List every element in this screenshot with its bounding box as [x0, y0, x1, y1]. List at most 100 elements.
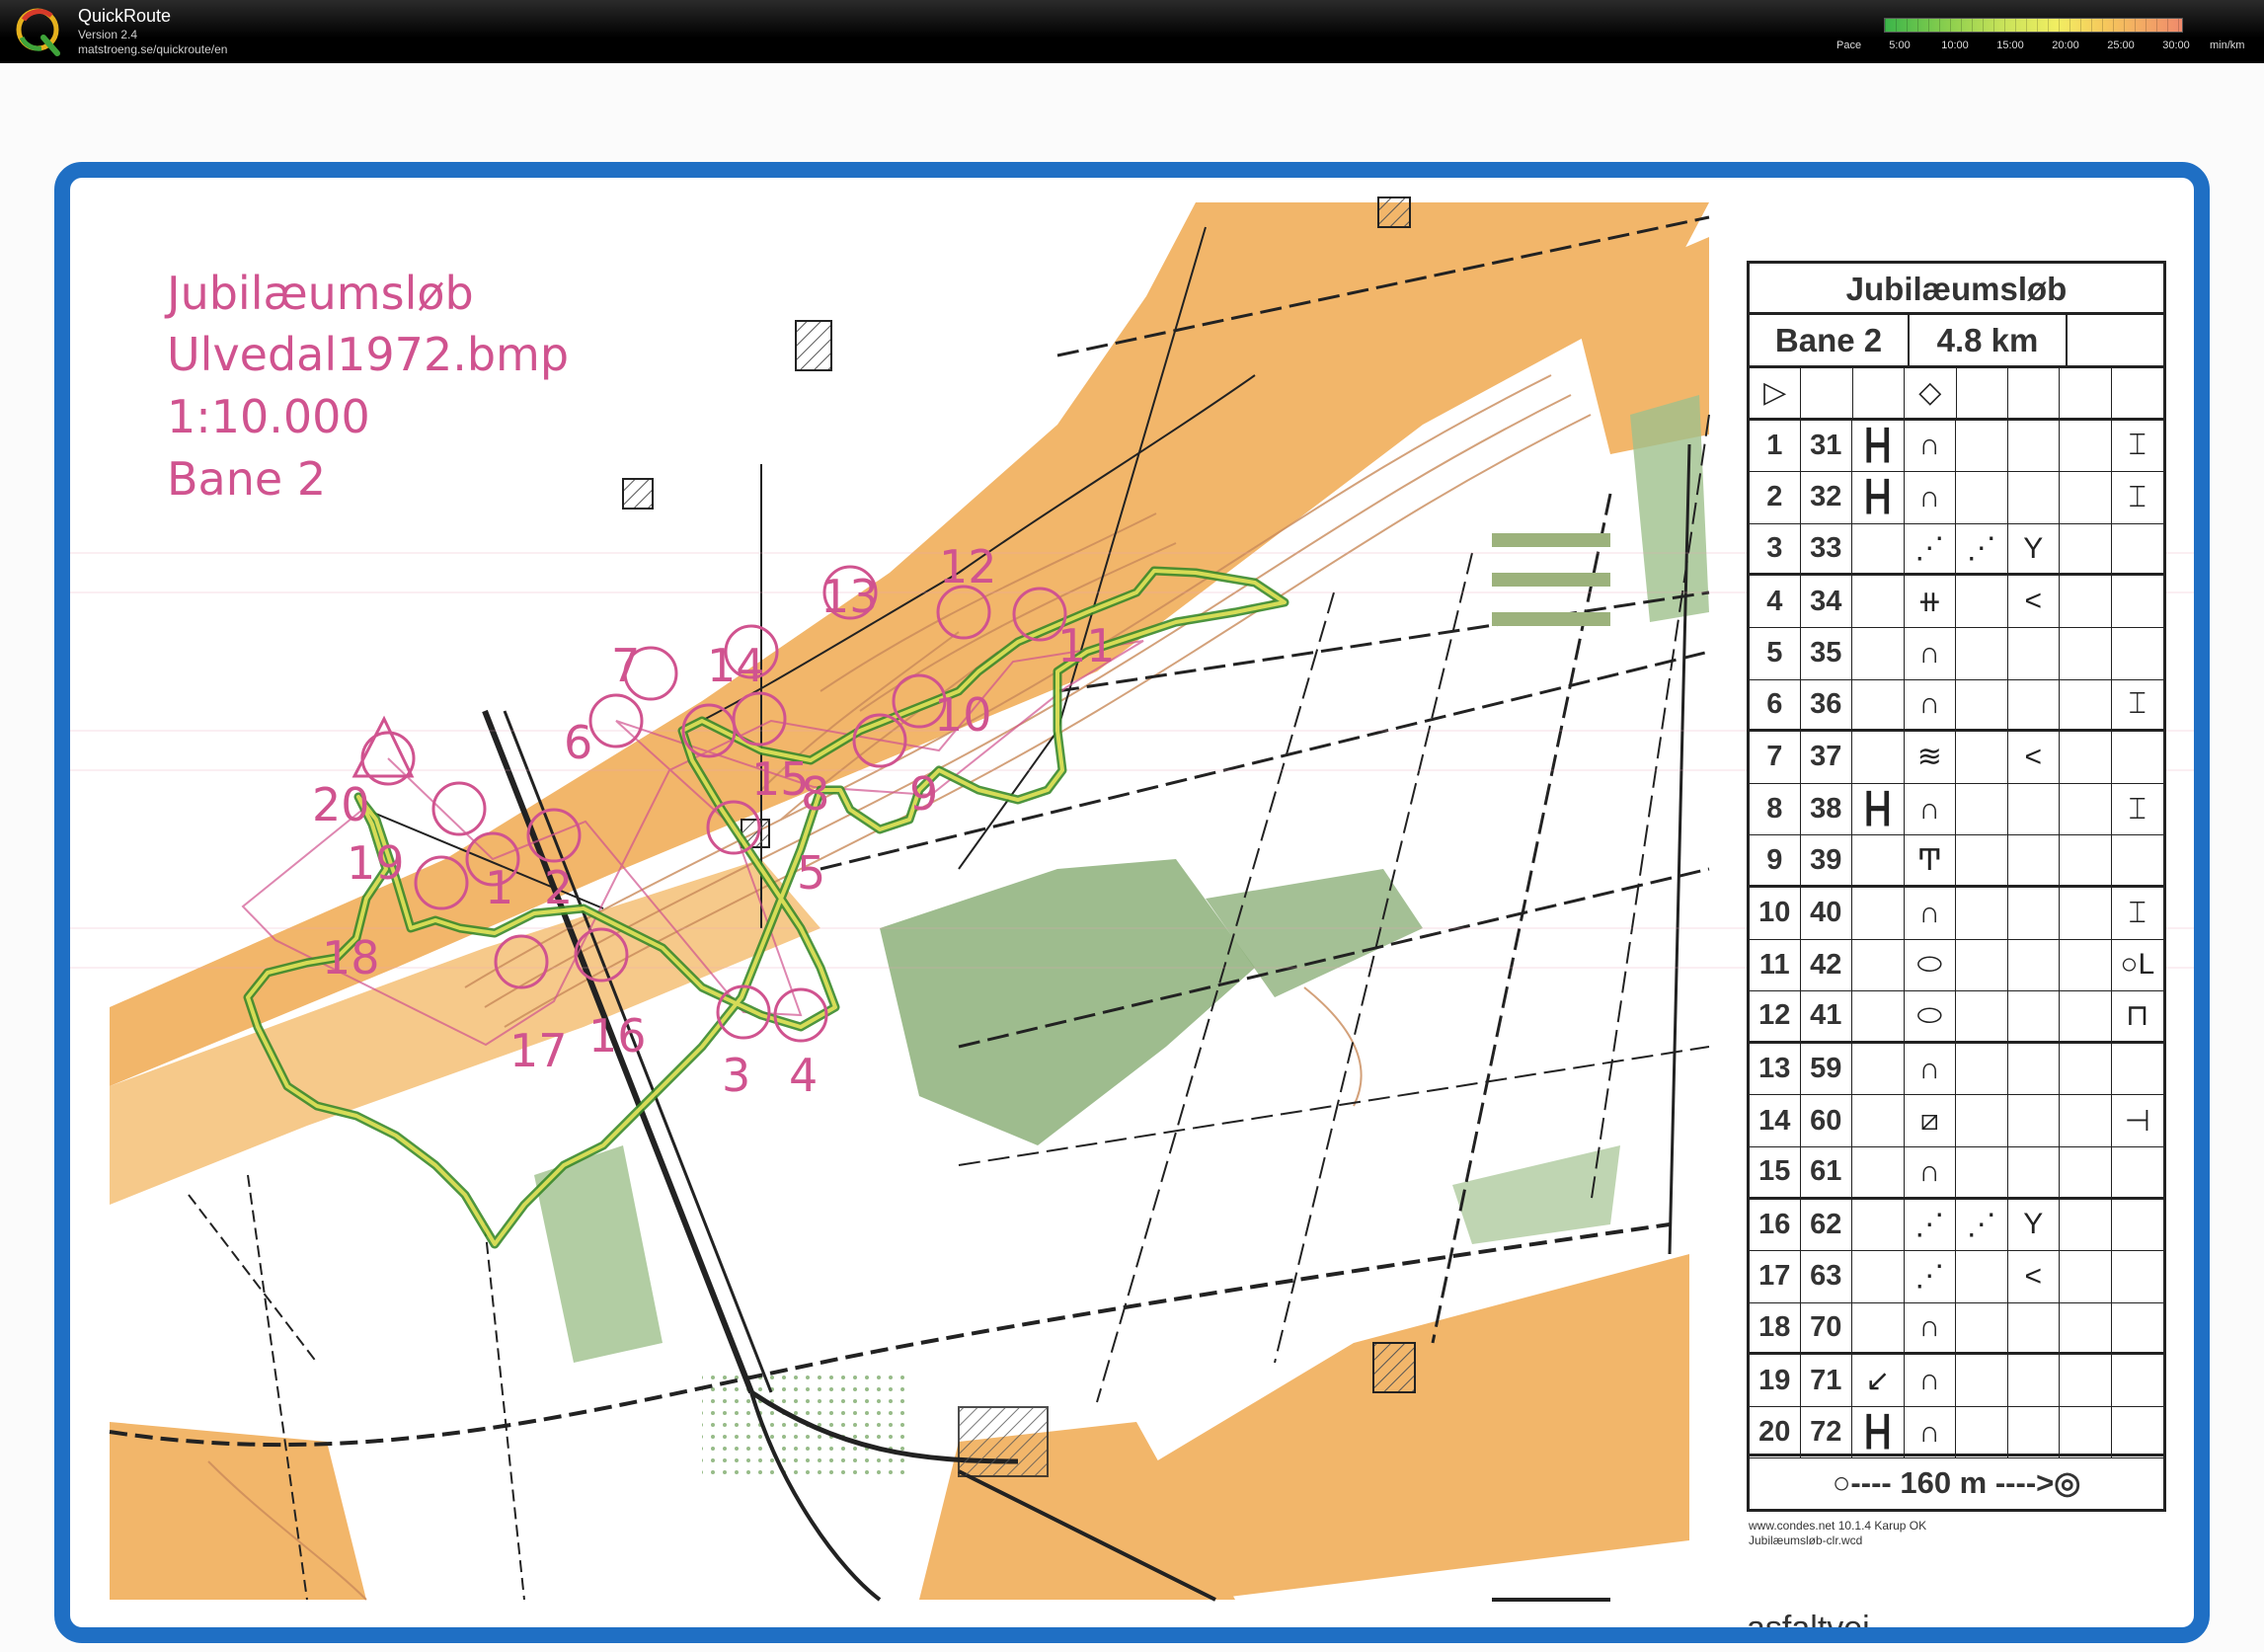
cd-finish-row: ○---- 160 m ---->◎ — [1750, 1454, 2163, 1509]
cd-appearance-icon — [1956, 783, 2008, 835]
cd-dimension-cell — [2060, 835, 2112, 885]
cd-row: 12 41 ⬭ ⊓ — [1750, 991, 2163, 1044]
cd-row: 19 71 ↙ ∩ — [1750, 1355, 2163, 1407]
cd-feature-icon: ∩ — [1905, 472, 1957, 523]
cd-dimension-cell — [2060, 1043, 2112, 1095]
cd-feature-icon: ⋰ — [1905, 523, 1957, 574]
cd-row: 20 72 ┣┫ ∩ — [1750, 1406, 2163, 1459]
cd-control-code: 32 — [1801, 472, 1853, 523]
cd-dimension-cell — [2060, 1355, 2112, 1406]
cd-control-number: 4 — [1750, 576, 1801, 627]
cd-dimension-cell — [2060, 627, 2112, 679]
cd-which-feature-icon — [1852, 523, 1905, 574]
cd-control-code: 63 — [1801, 1251, 1853, 1302]
cd-which-feature-icon: ┣┫ — [1852, 783, 1905, 835]
cd-row: 5 35 ∩ — [1750, 627, 2163, 680]
map-legend-text: asfaltvej — [1747, 1610, 1870, 1643]
cd-appearance-icon — [1956, 1251, 2008, 1302]
quickroute-logo-icon — [16, 8, 60, 56]
start-feature-icon: ◇ — [1905, 368, 1957, 418]
cd-appearance-icon: ⋰ — [1956, 1199, 2008, 1251]
cd-row: 13 59 ∩ — [1750, 1043, 2163, 1096]
cd-control-number: 3 — [1750, 523, 1801, 574]
cd-control-number: 5 — [1750, 627, 1801, 679]
cd-detail-icon — [2008, 939, 2061, 991]
cd-detail-icon — [2008, 783, 2061, 835]
cd-appearance-icon — [1956, 1043, 2008, 1095]
cd-dimension-cell — [2060, 1146, 2112, 1197]
cd-row: 8 38 ┣┫ ∩ ⌶ — [1750, 783, 2163, 836]
cd-control-number: 17 — [1750, 1251, 1801, 1302]
cd-dimension-cell — [2060, 732, 2112, 783]
cd-location-icon: ⌶ — [2128, 429, 2147, 462]
cd-location-icon — [2112, 732, 2163, 783]
cd-dimension-cell — [2060, 679, 2112, 730]
cd-which-feature-icon — [1852, 1095, 1905, 1146]
cd-which-feature-icon — [1852, 1302, 1905, 1353]
control-number: 11 — [1057, 619, 1116, 672]
cd-appearance-icon — [1956, 939, 2008, 991]
cd-control-number: 10 — [1750, 887, 1801, 939]
cd-location-icon — [2112, 835, 2163, 885]
control-number: 18 — [322, 931, 380, 984]
cd-row: 3 33 ⋰ ⋰ Y — [1750, 523, 2163, 577]
cd-dimension-cell — [2060, 1199, 2112, 1251]
cd-appearance-icon — [1956, 1406, 2008, 1458]
pace-legend: Pace 5:00 10:00 15:00 20:00 25:00 30:00 … — [1835, 16, 2259, 59]
cd-row: 16 62 ⋰ ⋰ Y — [1750, 1199, 2163, 1252]
cd-feature-icon: ∩ — [1905, 1043, 1957, 1095]
control-number: 7 — [611, 639, 640, 692]
cd-control-number: 8 — [1750, 783, 1801, 835]
cd-location-icon — [2112, 576, 2163, 627]
control-number: 16 — [588, 1009, 647, 1062]
cd-dimension-cell — [2060, 887, 2112, 939]
cd-detail-icon — [2008, 420, 2061, 472]
cd-appearance-icon — [1956, 679, 2008, 730]
cd-which-feature-icon — [1852, 835, 1905, 885]
cd-row: 17 63 ⋰ < — [1750, 1251, 2163, 1303]
cd-control-code: 36 — [1801, 679, 1853, 730]
cd-control-code: 60 — [1801, 1095, 1853, 1146]
cd-location-icon: ⊓ — [2126, 999, 2149, 1033]
cd-detail-icon — [2008, 1302, 2061, 1353]
cd-row: 7 37 ≋ < — [1750, 732, 2163, 784]
cd-dimension-cell — [2060, 939, 2112, 991]
cd-row: 14 60 ⧄ ⊣ — [1750, 1095, 2163, 1147]
cd-which-feature-icon: ↙ — [1852, 1355, 1905, 1406]
pace-color-bar — [1884, 18, 2183, 33]
cd-control-number: 19 — [1750, 1355, 1801, 1406]
cd-detail-icon — [2008, 679, 2061, 730]
cd-which-feature-icon — [1852, 939, 1905, 991]
cd-dimension-cell — [2060, 420, 2112, 472]
cd-control-code: 33 — [1801, 523, 1853, 574]
cd-row: 9 39 Ͳ — [1750, 835, 2163, 888]
cd-detail-icon — [2008, 1043, 2061, 1095]
cd-row: 6 36 ∩ ⌶ — [1750, 679, 2163, 733]
cd-feature-icon: ⬭ — [1905, 991, 1957, 1041]
app-url[interactable]: matstroeng.se/quickroute/en — [78, 42, 227, 56]
cd-course-name: Bane 2 — [1750, 315, 1910, 365]
control-number: 4 — [789, 1049, 818, 1102]
forest-area — [1630, 395, 1709, 622]
cd-control-number: 12 — [1750, 991, 1801, 1041]
cd-detail-icon — [2008, 835, 2061, 885]
cd-location-icon — [2112, 1200, 2163, 1251]
control-number: 2 — [544, 861, 573, 914]
cd-appearance-icon — [1956, 472, 2008, 523]
cd-feature-icon: ∩ — [1905, 420, 1957, 472]
map-title-line: Ulvedal1972.bmp — [167, 328, 570, 381]
cd-control-number: 13 — [1750, 1043, 1801, 1095]
map-canvas[interactable]: 1 2 3 4 5 6 7 8 9 10 11 12 13 14 15 16 17 18 19 20 Jubilæum… — [0, 63, 2264, 1652]
pace-tick: 10:00 — [1941, 39, 1969, 51]
cd-which-feature-icon — [1852, 679, 1905, 730]
map-title-line: Jubilæumsløb — [167, 267, 474, 320]
cd-detail-icon — [2008, 472, 2061, 523]
cd-which-feature-icon: ┣┫ — [1852, 420, 1905, 472]
cd-control-number: 2 — [1750, 472, 1801, 523]
cd-control-number: 14 — [1750, 1095, 1801, 1146]
cd-which-feature-icon: ┣┫ — [1852, 1406, 1905, 1458]
cd-feature-icon: ∩ — [1905, 627, 1957, 679]
cd-detail-icon: Y — [2008, 523, 2061, 574]
app-header: QuickRoute Version 2.4 matstroeng.se/qui… — [0, 0, 2264, 63]
cd-control-code: 71 — [1801, 1355, 1853, 1406]
